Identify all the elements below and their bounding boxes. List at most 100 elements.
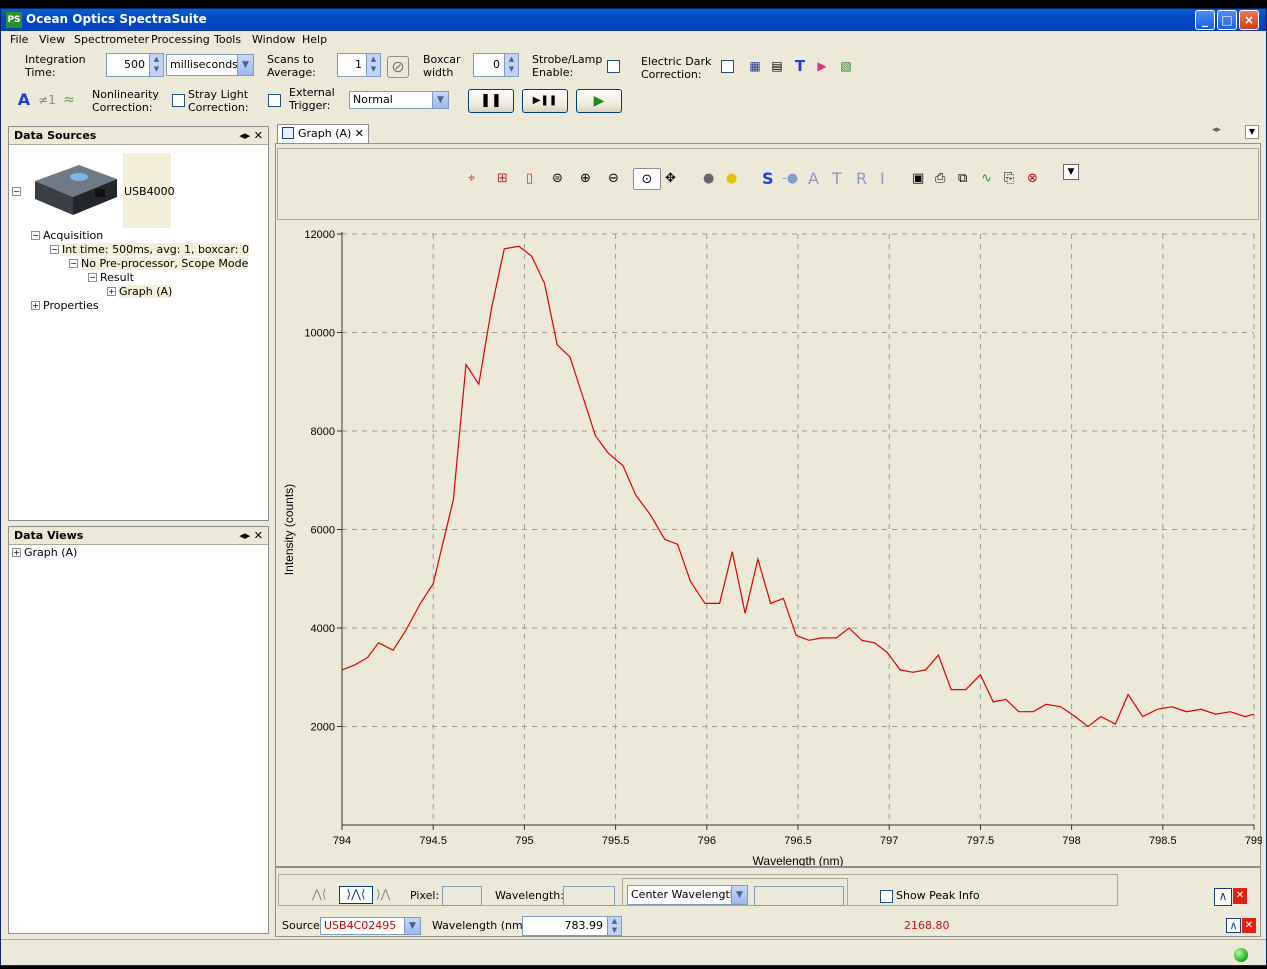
wave-icon[interactable]: ≈ [61, 92, 77, 108]
spin-arrows-icon[interactable]: ▲ ▼ [607, 917, 621, 935]
integration-unit-select[interactable]: milliseconds ▼ [166, 54, 254, 76]
font-a-icon[interactable]: A [16, 92, 32, 108]
chevron-down-icon[interactable]: ▼ [237, 55, 253, 75]
tab-menu-icon[interactable]: ▼ [1245, 125, 1259, 139]
copy-icon[interactable]: ⧉ [958, 168, 967, 190]
panel-controls[interactable]: ◂▸ ✕ [239, 527, 263, 544]
mode-r-icon[interactable]: R [856, 168, 867, 190]
export-icon[interactable]: ⎘ [1004, 168, 1014, 190]
chart-options-icon[interactable]: ▧ [838, 58, 854, 74]
close-button[interactable]: × [1239, 10, 1259, 30]
save-icon[interactable]: ▣ [912, 168, 924, 190]
text-view-icon[interactable]: T [792, 58, 808, 74]
mode-t-icon[interactable]: T [832, 168, 842, 190]
remove-peak-icon[interactable]: ✕ [1233, 888, 1247, 904]
tab-scroll-icon[interactable]: ◂▸ [1212, 125, 1221, 135]
spin-arrows-icon[interactable]: ▲ ▼ [504, 54, 518, 76]
delete-overlay-icon[interactable]: ⊗ [1027, 168, 1038, 190]
pause-button[interactable]: ❚❚ [468, 89, 514, 113]
panel-controls[interactable]: ◂▸ ✕ [239, 127, 263, 144]
lamp-off-icon[interactable]: ● [703, 168, 714, 190]
not-equal-icon[interactable]: ≠1 [38, 92, 56, 108]
zoom-y-icon[interactable]: ▯ [526, 168, 533, 190]
color-view-icon[interactable]: ▶ [814, 58, 830, 74]
crosshair-icon[interactable]: ⌖ [468, 168, 475, 190]
zoom-box-icon[interactable]: ⊙ [633, 168, 661, 190]
mode-a-icon[interactable]: A [808, 168, 819, 190]
data-sources-title: Data Sources [14, 129, 97, 142]
center-wavelength-select[interactable]: Center Wavelength ▼ [627, 885, 748, 905]
mode-i-icon[interactable]: I [880, 168, 885, 190]
window-title: Ocean Optics SpectraSuite [26, 12, 207, 26]
data-views-panel: Data Views ◂▸ ✕ + Graph (A) [8, 526, 269, 934]
integration-time-input[interactable]: 500 ▲ ▼ [106, 53, 164, 77]
source-graph-icon[interactable]: ∧ [1226, 918, 1241, 933]
trigger-mode-select[interactable]: Normal ▼ [349, 91, 449, 109]
remove-source-icon[interactable]: ✕ [1242, 918, 1256, 933]
zoom-reset-icon[interactable]: ⊜ [552, 168, 563, 190]
mode-s-icon[interactable]: S [762, 168, 774, 190]
minimize-button[interactable]: _ [1195, 10, 1215, 30]
tree-result[interactable]: − Result [88, 271, 134, 284]
tab-graph-a[interactable]: Graph (A) ✕ [277, 124, 369, 144]
scans-to-average-input[interactable]: 1 ▲ ▼ [337, 53, 381, 77]
zoom-out-icon[interactable]: ⊖ [608, 168, 619, 190]
chevron-down-icon[interactable]: ▼ [731, 886, 747, 904]
wavelength-field[interactable] [563, 886, 615, 906]
source-select[interactable]: USB4C02495 ▼ [320, 917, 421, 935]
spectrum-icon[interactable]: ∿ [981, 168, 992, 190]
spectrum-plot[interactable]: 794 794.5 795 795.5 796 796.5 797 797.5 798 798.5… [276, 220, 1262, 866]
zoom-fit-icon[interactable]: ⊞ [497, 168, 508, 190]
tree-device[interactable]: − [12, 185, 24, 198]
menu-help[interactable]: Help [302, 33, 327, 46]
tree-acquisition[interactable]: − Acquisition [31, 229, 103, 242]
menu-window[interactable]: Window [252, 33, 295, 46]
spin-arrows-icon[interactable]: ▲ ▼ [366, 54, 380, 76]
tree-properties[interactable]: + Properties [31, 299, 99, 312]
x-tick-label: 799 [1245, 835, 1262, 847]
data-sources-panel: Data Sources ◂▸ ✕ − USB4000 − Acquisition… [8, 126, 269, 521]
lamp-dim-icon[interactable]: -● [782, 168, 798, 190]
menu-tools[interactable]: Tools [214, 33, 241, 46]
electric-dark-checkbox[interactable] [721, 60, 734, 73]
chevron-down-icon[interactable]: ▼ [404, 918, 420, 934]
boxcar-input[interactable]: 0 ▲ ▼ [473, 53, 519, 77]
stray-light-checkbox[interactable] [268, 94, 281, 107]
cancel-scan-icon[interactable]: ⊘ [387, 56, 409, 78]
lamp-on-icon[interactable]: ● [726, 168, 737, 190]
maximize-button[interactable]: □ [1217, 10, 1237, 30]
single-scan-button[interactable]: ▶❚❚ [522, 89, 568, 113]
table-view-icon[interactable]: ▤ [769, 58, 785, 74]
print-icon[interactable]: ⎙ [935, 168, 945, 190]
x-axis-label: Wavelength (nm) [753, 854, 844, 866]
prev-peak-icon[interactable]: ⋀⟨ [312, 887, 327, 901]
tree-graph[interactable]: + Graph (A) [107, 285, 173, 298]
graph-view-icon[interactable]: ▦ [747, 58, 763, 74]
pixel-field[interactable] [442, 886, 482, 906]
next-peak-icon[interactable]: ⟩⋀ [376, 887, 391, 901]
peak-graph-icon[interactable]: ∧ [1214, 888, 1232, 906]
zoom-in-icon[interactable]: ⊕ [580, 168, 591, 190]
data-view-graph[interactable]: + Graph (A) [12, 546, 77, 559]
menu-processing[interactable]: Processing [151, 33, 210, 46]
toolbar-menu-icon[interactable]: ▼ [1063, 164, 1079, 180]
tree-int-time[interactable]: − Int time: 500ms, avg: 1, boxcar: 0 [50, 243, 249, 256]
wavelength-nm-input[interactable]: 783.99 ▲ ▼ [522, 916, 622, 936]
strobe-lamp-checkbox[interactable] [607, 60, 620, 73]
nonlinearity-checkbox[interactable] [172, 94, 185, 107]
chevron-down-icon[interactable]: ▼ [432, 92, 448, 108]
play-button[interactable]: ▶ [576, 89, 622, 113]
menu-file[interactable]: File [10, 33, 28, 46]
peak-center-icon[interactable]: ⟩⋀⟨ [339, 886, 373, 904]
tree-result-label: Result [100, 271, 134, 284]
menu-spectrometer[interactable]: Spectrometer [74, 33, 149, 46]
spin-arrows-icon[interactable]: ▲ ▼ [149, 54, 163, 76]
device-name[interactable]: USB4000 [124, 185, 175, 198]
show-peak-info-checkbox[interactable] [880, 890, 893, 903]
pan-icon[interactable]: ✥ [665, 168, 676, 190]
close-tab-icon[interactable]: ✕ [355, 125, 364, 143]
tree-preprocessor[interactable]: − No Pre-processor, Scope Mode [69, 257, 249, 270]
center-wavelength-field[interactable] [754, 886, 844, 906]
tree-acquisition-label: Acquisition [43, 229, 104, 242]
menu-view[interactable]: View [39, 33, 65, 46]
